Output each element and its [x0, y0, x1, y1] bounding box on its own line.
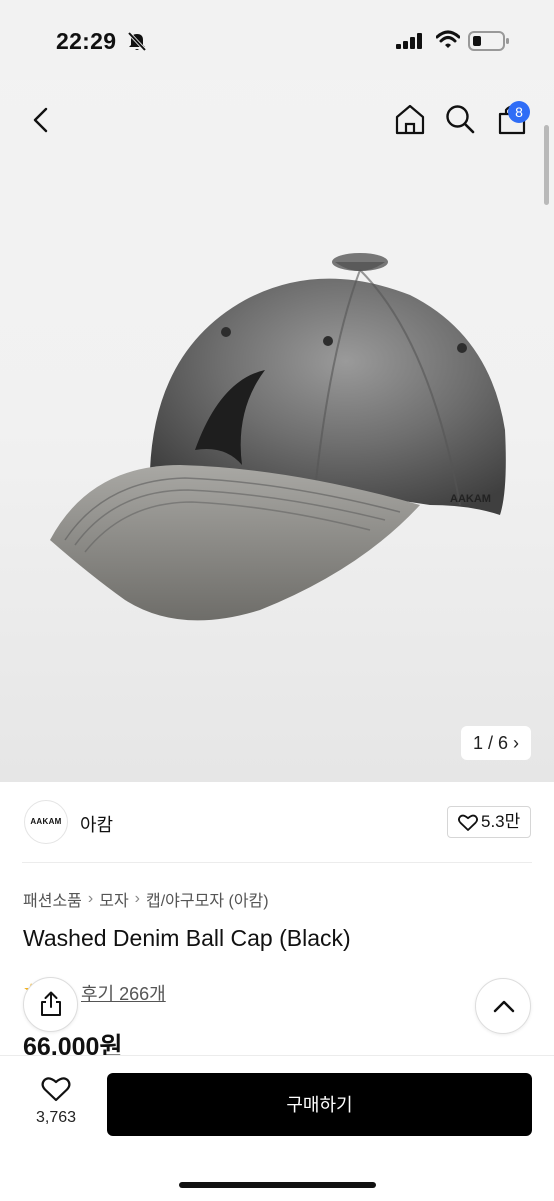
search-icon[interactable]	[444, 103, 476, 135]
chevron-left-icon[interactable]	[26, 104, 58, 136]
brand-logo[interactable]: AAKAM	[24, 800, 68, 844]
scrollbar[interactable]	[544, 125, 549, 205]
home-icon[interactable]	[393, 102, 427, 136]
status-bar: 22:29	[0, 0, 554, 80]
review-count-link[interactable]: 후기 266개	[81, 980, 166, 1006]
wifi-icon	[436, 30, 460, 48]
bottom-action-bar: 3,763 구매하기	[0, 1055, 554, 1201]
buy-button[interactable]: 구매하기	[107, 1073, 532, 1136]
bell-slash-icon	[127, 31, 147, 52]
breadcrumb: 패션소품 › 모자 › 캡/야구모자 (아캄)	[23, 887, 269, 911]
scroll-top-button[interactable]	[475, 978, 531, 1034]
wishlist-count: 3,763	[35, 1109, 77, 1126]
heart-icon	[41, 1077, 71, 1102]
chevron-right-icon: ›	[134, 890, 140, 907]
product-image: AAKAM	[50, 253, 506, 621]
product-title: Washed Denim Ball Cap (Black)	[23, 925, 351, 951]
chevron-right-icon: ›	[87, 890, 94, 907]
wishlist-button[interactable]: 3,763	[28, 1076, 84, 1136]
chevron-up-icon	[493, 1000, 515, 1013]
cart-count-badge: 8	[508, 101, 530, 123]
cellular-signal-icon	[396, 33, 422, 49]
breadcrumb-item[interactable]: 캡/야구모자 (아캄)	[146, 887, 269, 911]
share-button[interactable]	[23, 977, 78, 1032]
brand-like-count: 5.3만	[481, 812, 521, 831]
battery-icon	[468, 31, 509, 51]
share-icon	[41, 991, 61, 1016]
heart-icon	[458, 814, 478, 831]
chevron-right-icon: ›	[513, 733, 520, 753]
home-indicator	[179, 1182, 376, 1188]
divider	[22, 862, 532, 863]
brand-like-button[interactable]: 5.3만	[447, 806, 531, 838]
pager-text: 1 / 6	[472, 733, 508, 753]
product-image-gallery[interactable]: 8 AAKAM 1 / 6 ›	[0, 0, 554, 782]
image-pager[interactable]: 1 / 6 ›	[461, 726, 531, 760]
status-time: 22:29	[56, 28, 117, 54]
brand-name[interactable]: 아캄	[80, 811, 113, 837]
brand-row[interactable]: AAKAM 아캄 5.3만	[0, 782, 554, 862]
breadcrumb-item[interactable]: 모자	[99, 887, 128, 911]
cap-logo-text: AAKAM	[450, 493, 491, 505]
breadcrumb-item[interactable]: 패션소품	[23, 887, 82, 911]
